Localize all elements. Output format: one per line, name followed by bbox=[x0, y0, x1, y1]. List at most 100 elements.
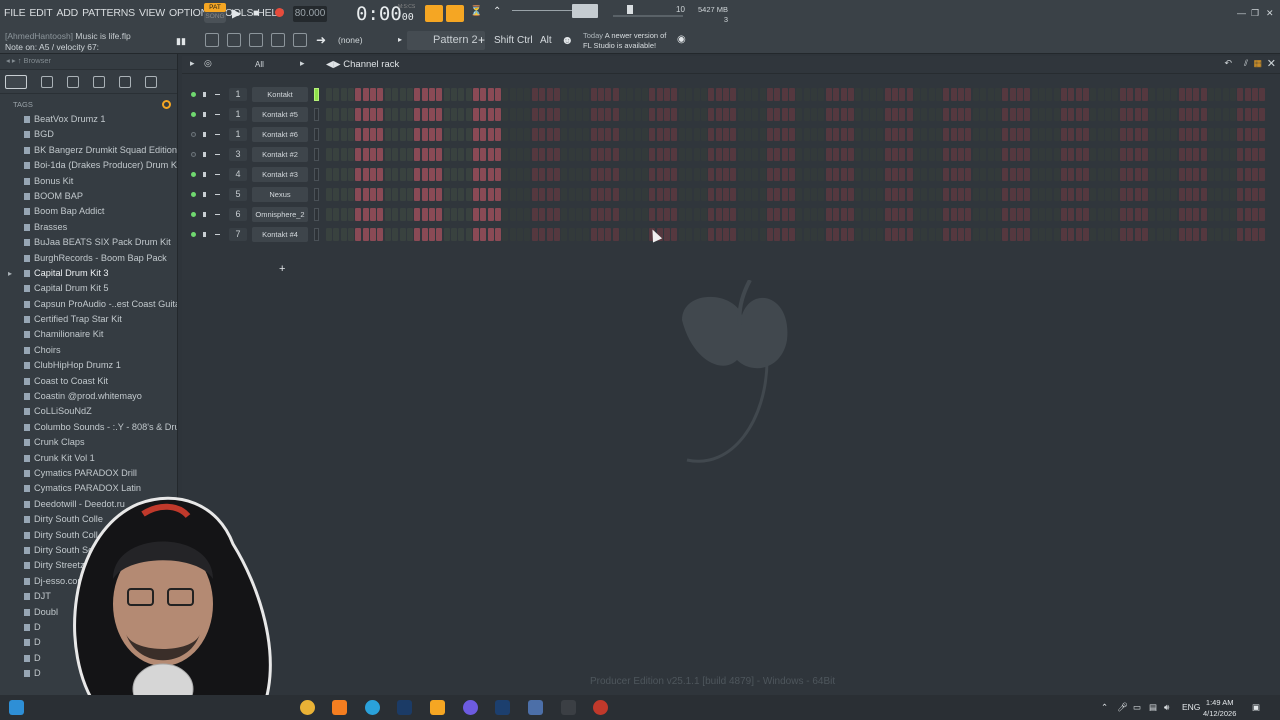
step-button[interactable] bbox=[803, 148, 810, 161]
step-button[interactable] bbox=[1061, 128, 1067, 141]
step-button[interactable] bbox=[333, 128, 340, 141]
step-button[interactable] bbox=[921, 128, 928, 141]
step-button[interactable] bbox=[972, 228, 979, 241]
step-button[interactable] bbox=[436, 148, 443, 161]
step-button[interactable] bbox=[847, 108, 854, 121]
step-button[interactable] bbox=[737, 108, 744, 121]
search-icon[interactable] bbox=[162, 100, 171, 109]
step-button[interactable] bbox=[899, 148, 906, 161]
step-button[interactable] bbox=[789, 88, 796, 101]
step-button[interactable] bbox=[1127, 168, 1134, 181]
step-button[interactable] bbox=[458, 88, 465, 101]
channel-name-button[interactable]: Kontakt #4 bbox=[252, 227, 308, 242]
step-button[interactable] bbox=[443, 168, 450, 181]
step-button[interactable] bbox=[1024, 88, 1031, 101]
step-button[interactable] bbox=[1200, 168, 1207, 181]
step-button[interactable] bbox=[384, 168, 391, 181]
step-button[interactable] bbox=[495, 228, 502, 241]
record-button[interactable] bbox=[275, 8, 284, 17]
step-button[interactable] bbox=[664, 128, 671, 141]
step-button[interactable] bbox=[767, 188, 773, 201]
step-button[interactable] bbox=[855, 208, 862, 221]
step-button[interactable] bbox=[421, 228, 428, 241]
step-button[interactable] bbox=[1259, 228, 1266, 241]
step-button[interactable] bbox=[825, 88, 832, 101]
step-button[interactable] bbox=[781, 208, 788, 221]
step-button[interactable] bbox=[965, 148, 972, 161]
step-button[interactable] bbox=[1163, 168, 1170, 181]
step-button[interactable] bbox=[1038, 148, 1045, 161]
step-button[interactable] bbox=[392, 168, 399, 181]
step-button[interactable] bbox=[671, 108, 678, 121]
step-button[interactable] bbox=[1090, 108, 1097, 121]
step-button[interactable] bbox=[789, 168, 796, 181]
step-button[interactable] bbox=[1119, 228, 1126, 241]
step-button[interactable] bbox=[546, 208, 553, 221]
step-button[interactable] bbox=[987, 188, 994, 201]
step-button[interactable] bbox=[1016, 188, 1023, 201]
step-button[interactable] bbox=[1105, 228, 1112, 241]
step-button[interactable] bbox=[1149, 108, 1156, 121]
step-button[interactable] bbox=[480, 228, 487, 241]
step-button[interactable] bbox=[1024, 128, 1031, 141]
step-button[interactable] bbox=[1193, 128, 1200, 141]
step-button[interactable] bbox=[406, 108, 413, 121]
step-button[interactable] bbox=[781, 228, 788, 241]
step-button[interactable] bbox=[774, 148, 781, 161]
step-button[interactable] bbox=[333, 208, 340, 221]
step-button[interactable] bbox=[1237, 188, 1244, 201]
step-button[interactable] bbox=[1163, 208, 1170, 221]
step-button[interactable] bbox=[700, 148, 707, 161]
step-button[interactable] bbox=[1252, 108, 1259, 121]
step-button[interactable] bbox=[568, 168, 575, 181]
step-button[interactable] bbox=[1097, 148, 1104, 161]
step-button[interactable] bbox=[1156, 168, 1163, 181]
step-button[interactable] bbox=[531, 128, 538, 141]
step-button[interactable] bbox=[495, 148, 502, 161]
vlc-icon[interactable] bbox=[332, 700, 347, 715]
browser-folder-item[interactable]: CoLLiSouNdZ bbox=[0, 404, 177, 419]
step-button[interactable] bbox=[833, 168, 840, 181]
step-button[interactable] bbox=[693, 108, 700, 121]
step-button[interactable] bbox=[869, 128, 876, 141]
step-button[interactable] bbox=[1149, 228, 1156, 241]
step-button[interactable] bbox=[715, 88, 722, 101]
step-button[interactable] bbox=[1009, 208, 1016, 221]
step-button[interactable] bbox=[1178, 148, 1185, 161]
step-button[interactable] bbox=[539, 228, 546, 241]
step-button[interactable] bbox=[862, 188, 869, 201]
step-button[interactable] bbox=[1075, 88, 1082, 101]
step-button[interactable] bbox=[1119, 148, 1126, 161]
step-button[interactable] bbox=[950, 148, 957, 161]
step-button[interactable] bbox=[524, 168, 531, 181]
step-button[interactable] bbox=[722, 208, 729, 221]
step-button[interactable] bbox=[862, 108, 869, 121]
channel-volume-knob[interactable] bbox=[215, 234, 220, 235]
step-button[interactable] bbox=[1156, 208, 1163, 221]
step-button[interactable] bbox=[722, 108, 729, 121]
step-button[interactable] bbox=[495, 128, 502, 141]
step-button[interactable] bbox=[1134, 188, 1141, 201]
step-button[interactable] bbox=[436, 208, 443, 221]
channel-mute-led[interactable] bbox=[191, 152, 196, 157]
step-button[interactable] bbox=[1163, 108, 1170, 121]
step-button[interactable] bbox=[1112, 88, 1119, 101]
step-button[interactable] bbox=[1200, 88, 1207, 101]
step-button[interactable] bbox=[715, 128, 722, 141]
step-button[interactable] bbox=[781, 88, 788, 101]
step-button[interactable] bbox=[583, 208, 590, 221]
step-button[interactable] bbox=[1090, 148, 1097, 161]
step-button[interactable] bbox=[480, 88, 487, 101]
step-button[interactable] bbox=[1156, 188, 1163, 201]
step-button[interactable] bbox=[921, 168, 928, 181]
step-button[interactable] bbox=[1090, 168, 1097, 181]
step-button[interactable] bbox=[730, 88, 737, 101]
step-button[interactable] bbox=[759, 128, 766, 141]
step-button[interactable] bbox=[686, 228, 693, 241]
step-button[interactable] bbox=[781, 168, 788, 181]
step-button[interactable] bbox=[436, 228, 443, 241]
step-button[interactable] bbox=[1009, 168, 1016, 181]
step-button[interactable] bbox=[546, 88, 553, 101]
step-button[interactable] bbox=[1237, 168, 1244, 181]
step-button[interactable] bbox=[473, 168, 479, 181]
